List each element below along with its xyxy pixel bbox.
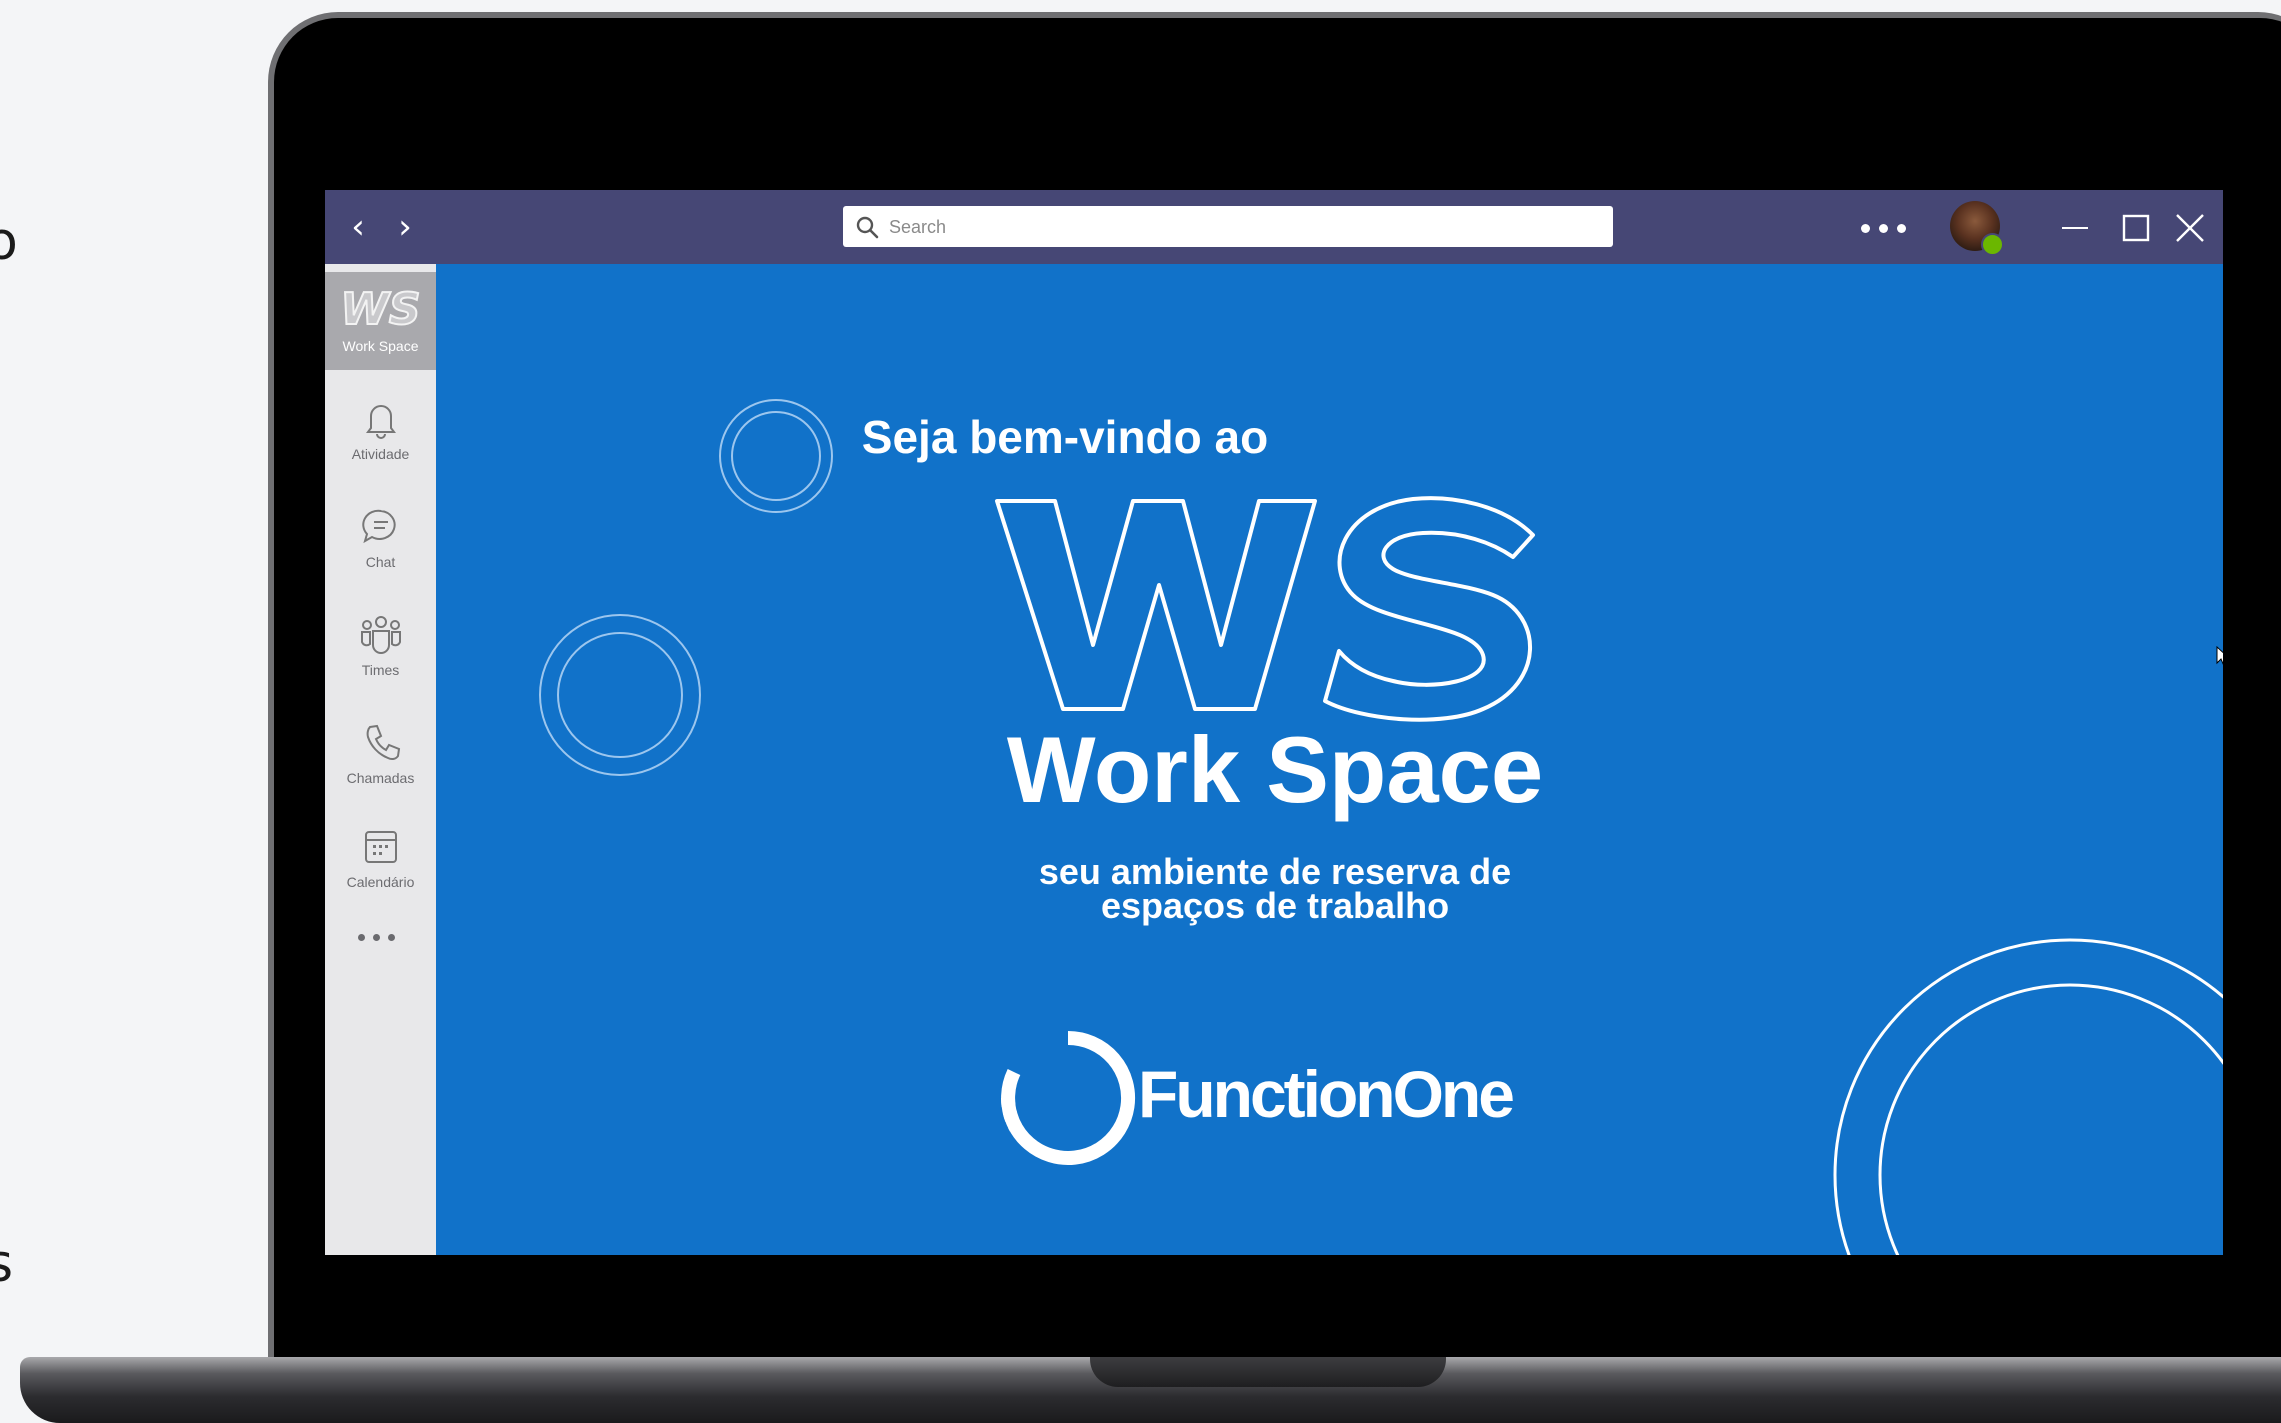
company-logo: FunctionOne [998, 1028, 1558, 1168]
chat-icon [361, 509, 396, 544]
rail-item-chat[interactable]: Chat [325, 506, 436, 586]
rail-item-label: Calendário [346, 874, 415, 890]
rail-item-label: Work Space [342, 338, 419, 354]
forward-button[interactable]: › [387, 208, 423, 246]
presence-status-icon [1981, 233, 2004, 256]
rail-item-workspace[interactable]: WS Work Space [325, 272, 436, 370]
minimize-icon[interactable] [2058, 212, 2092, 244]
tagline-line: seu ambiente de reserva de [1038, 851, 1512, 892]
bell-icon [365, 405, 396, 439]
page-edge-text: o [0, 212, 18, 272]
more-options-icon[interactable] [1861, 220, 1919, 234]
teams-app-window: ‹ › WS Work Space [325, 190, 2223, 1255]
ws-logo [995, 496, 1535, 722]
search-icon [856, 216, 879, 239]
calendar-icon [364, 831, 397, 863]
decorative-ring-icon [539, 614, 701, 776]
rail-item-label: Atividade [351, 446, 410, 462]
workspace-logo: WS [339, 283, 421, 336]
rail-item-times[interactable]: Times [325, 614, 436, 694]
laptop-notch [1090, 1357, 1446, 1387]
rail-item-label: Chat [365, 554, 396, 570]
phone-icon [366, 724, 400, 761]
rail-item-calendario[interactable]: Calendário [325, 826, 436, 906]
search-box[interactable] [843, 206, 1613, 249]
decorative-ring-icon [1833, 938, 2223, 1255]
close-icon[interactable] [2173, 212, 2207, 244]
rail-item-chamadas[interactable]: Chamadas [325, 722, 436, 802]
function-one-ring-icon [1000, 1031, 1136, 1165]
company-name: FunctionOne [1138, 1057, 1515, 1131]
search-input[interactable] [887, 206, 1591, 249]
back-button[interactable]: ‹ [340, 208, 376, 246]
rail-item-atividade[interactable]: Atividade [325, 398, 436, 478]
mouse-cursor-icon [2216, 646, 2223, 665]
maximize-icon[interactable] [2118, 212, 2152, 244]
rail-item-label: Chamadas [346, 770, 415, 786]
page-edge-text: s [0, 1234, 13, 1294]
more-apps-icon[interactable] [358, 928, 408, 941]
rail-item-label: Times [361, 662, 400, 678]
title-bar: ‹ › [325, 190, 2223, 264]
tagline-line: espaços de trabalho [1100, 885, 1450, 926]
app-rail: WS Work Space Atividade Chat Times Chama… [325, 264, 436, 1255]
welcome-heading: Seja bem-vindo ao [861, 411, 1269, 463]
tagline: seu ambiente de reserva de espaços de tr… [925, 851, 1625, 926]
teams-icon [360, 616, 401, 654]
product-name: Work Space [1006, 717, 1544, 822]
